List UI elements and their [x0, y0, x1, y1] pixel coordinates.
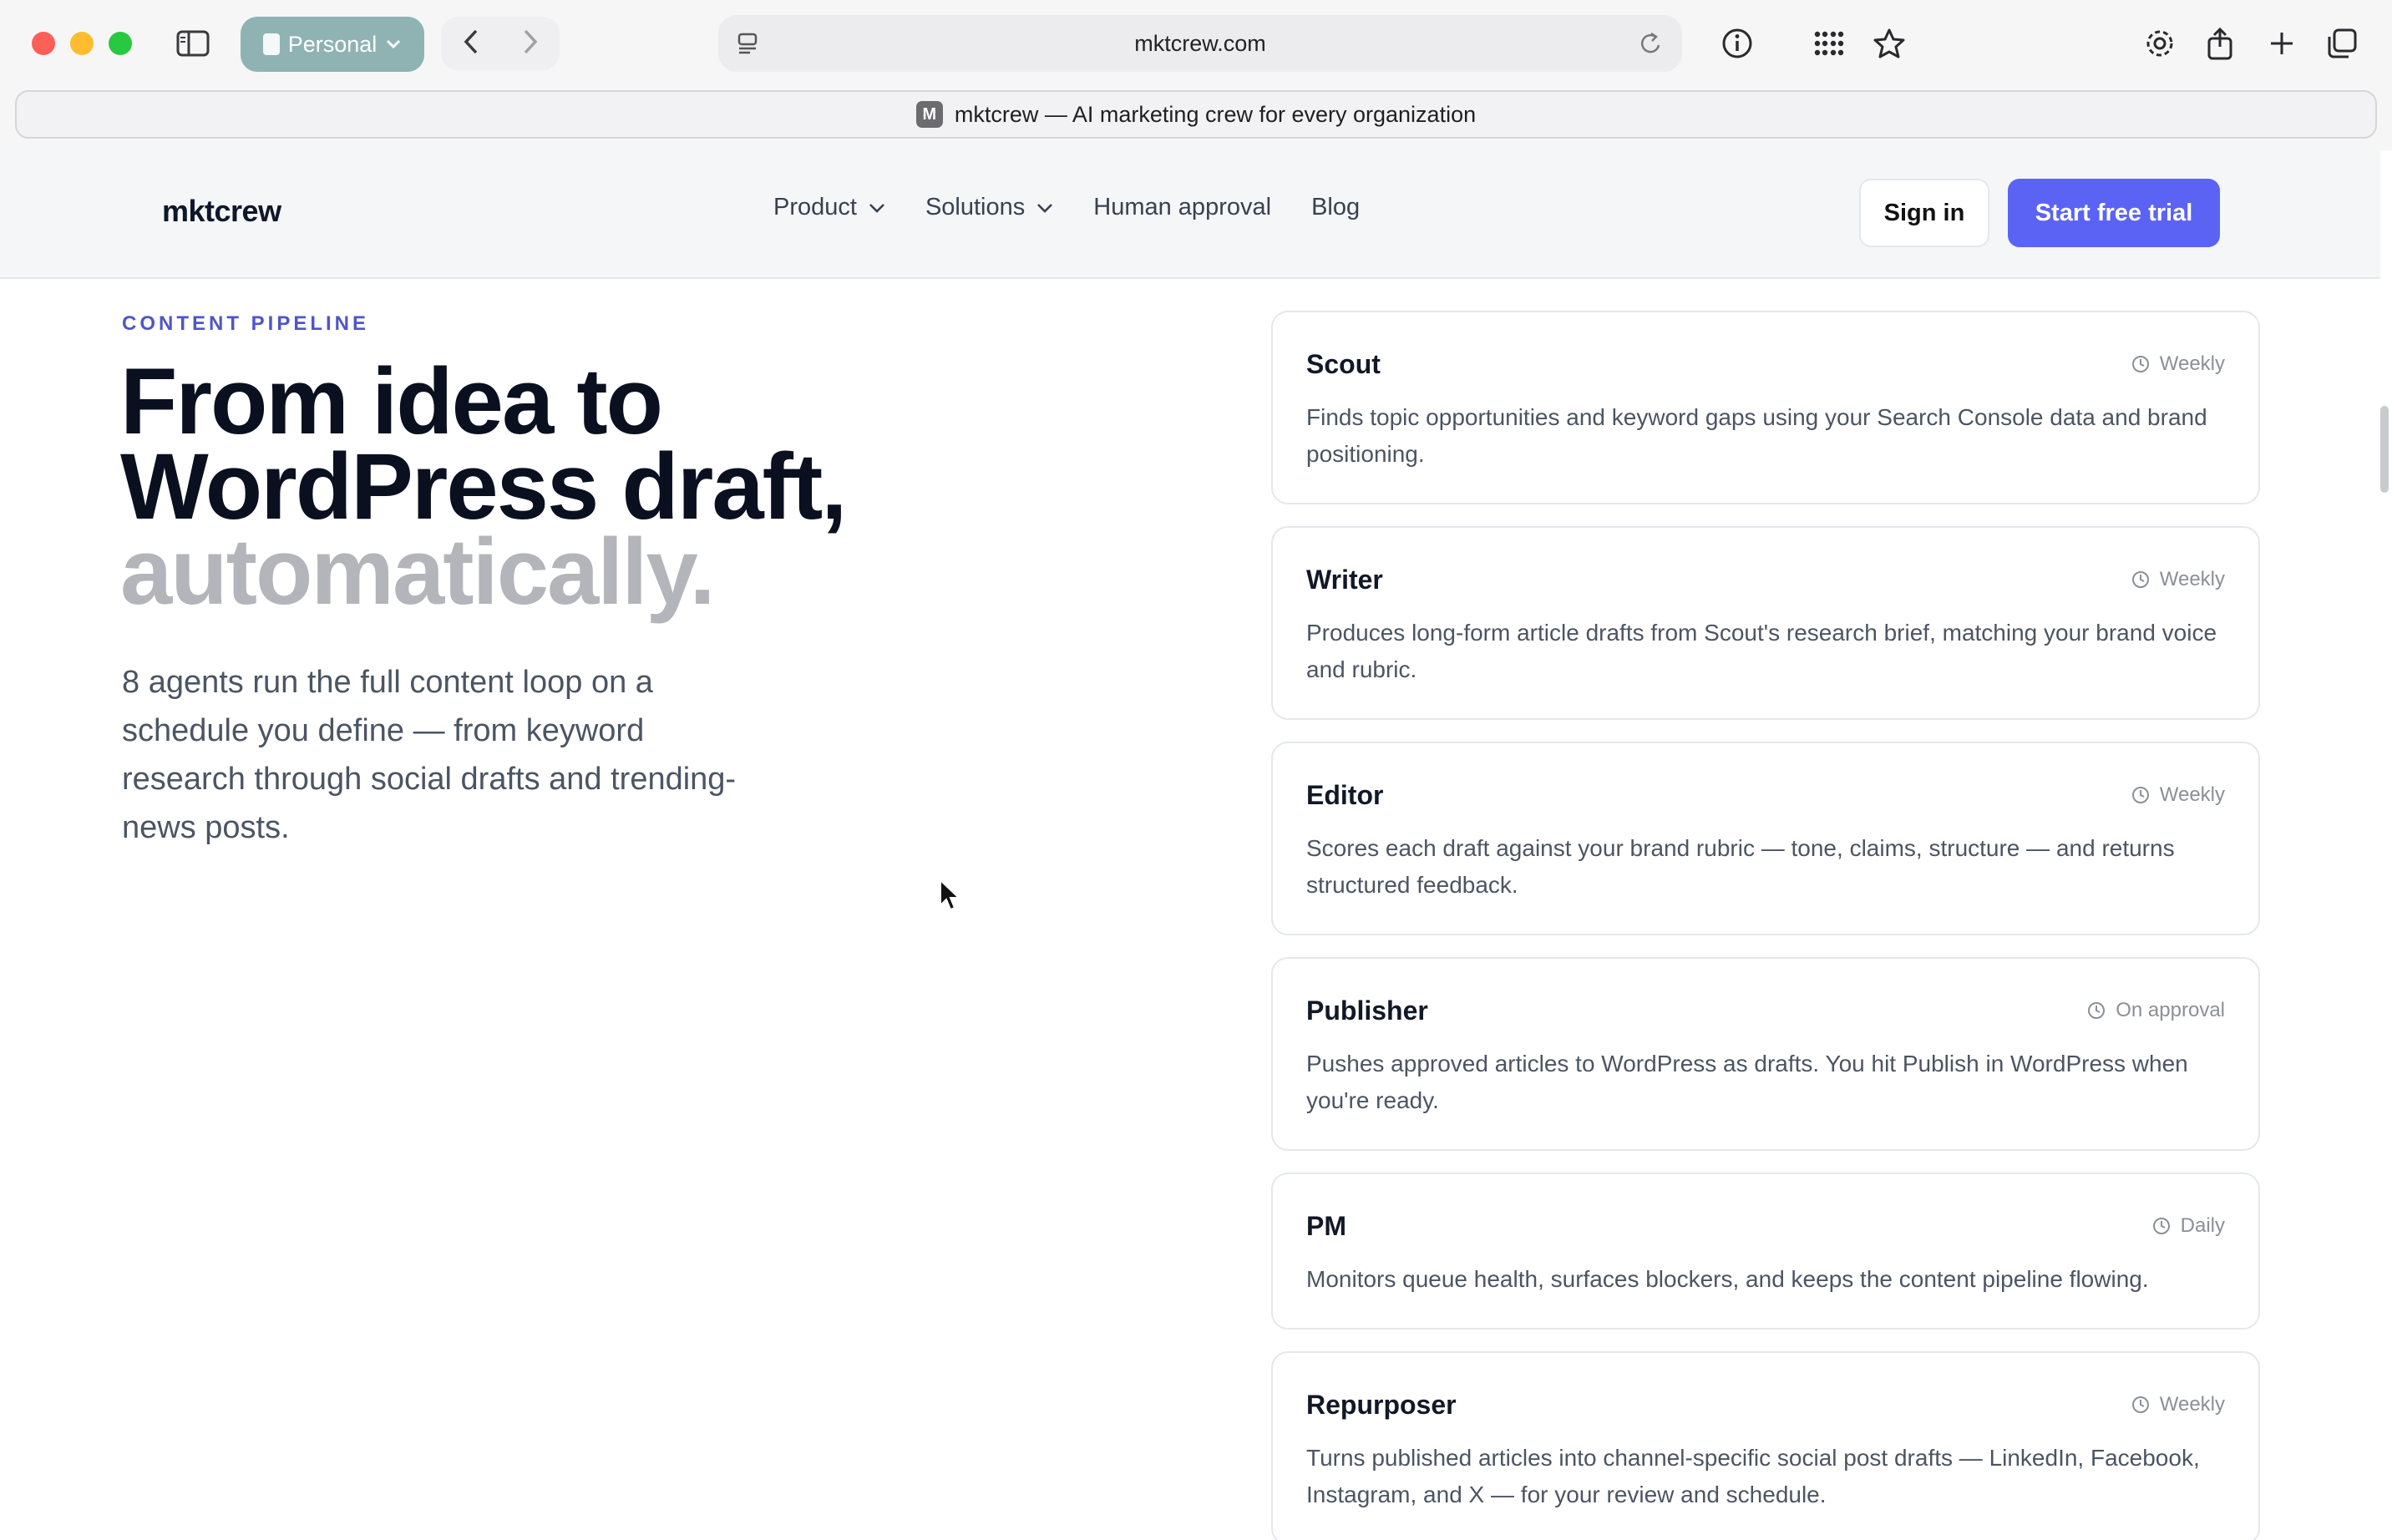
profile-label: Personal	[287, 31, 378, 57]
page-scrollbar[interactable]	[2380, 406, 2389, 493]
address-bar[interactable]: mktcrew.com	[718, 15, 1682, 72]
agent-description: Pushes approved articles to WordPress as…	[1306, 1051, 2188, 1113]
agent-description: Scores each draft against your brand rub…	[1306, 835, 2175, 898]
agent-schedule-label: On approval	[2116, 999, 2225, 1021]
agent-schedule: Weekly	[2131, 352, 2225, 376]
hero-headline: From idea to WordPress draft, automatica…	[120, 349, 847, 624]
hero-lede: 8 agents run the full content loop on a …	[122, 665, 737, 845]
agent-schedule: Weekly	[2131, 1393, 2225, 1416]
nav-product[interactable]: Product	[773, 194, 885, 221]
agent-schedule-label: Weekly	[2159, 568, 2225, 590]
back-button[interactable]	[461, 28, 481, 60]
nav-solutions-label: Solutions	[925, 194, 1026, 220]
minimize-window-button[interactable]	[70, 32, 94, 55]
chevron-down-icon	[869, 203, 884, 213]
forward-button[interactable]	[520, 28, 540, 60]
main-nav: Product Solutions Human approval Blog	[773, 194, 1360, 221]
agent-name: Editor	[1306, 779, 1384, 810]
agent-card-scout: Scout Weekly Finds topic opportunities a…	[1271, 311, 2260, 504]
agent-name: Publisher	[1306, 995, 1428, 1026]
clock-icon	[2152, 1218, 2170, 1234]
active-tab[interactable]: M mktcrew — AI marketing crew for every …	[15, 90, 2377, 139]
agent-name: Writer	[1306, 564, 1383, 595]
agent-description: Turns published articles into channel-sp…	[1306, 1445, 2200, 1507]
agent-card-editor: Editor Weekly Scores each draft against …	[1271, 742, 2260, 935]
close-window-button[interactable]	[32, 32, 55, 55]
start-free-trial-button[interactable]: Start free trial	[2008, 179, 2220, 247]
agent-card-writer: Writer Weekly Produces long-form article…	[1271, 526, 2260, 720]
history-nav	[441, 17, 560, 70]
agent-card-publisher: Publisher On approval Pushes approved ar…	[1271, 957, 2260, 1151]
zoom-window-button[interactable]	[109, 32, 132, 55]
agent-schedule: On approval	[2087, 999, 2225, 1022]
chevron-down-icon	[1037, 203, 1053, 213]
clock-icon	[2131, 571, 2149, 588]
share-icon[interactable]	[2198, 17, 2242, 70]
page-menu-icon[interactable]	[737, 32, 758, 59]
agent-description: Finds topic opportunities and keyword ga…	[1306, 404, 2207, 467]
info-icon[interactable]	[1715, 17, 1759, 70]
agent-schedule-label: Weekly	[2159, 352, 2225, 375]
headline-line-3: automatically.	[120, 519, 716, 624]
agent-schedule-label: Daily	[2180, 1214, 2225, 1237]
nav-human-approval[interactable]: Human approval	[1093, 194, 1271, 221]
clock-icon	[2131, 1396, 2149, 1413]
headline-line-2: WordPress draft,	[120, 434, 847, 539]
nav-blog[interactable]: Blog	[1311, 194, 1360, 221]
headline-line-1: From idea to	[120, 349, 663, 453]
site-logo[interactable]: mktcrew	[162, 194, 281, 229]
new-tab-plus-icon[interactable]	[2260, 17, 2303, 70]
agent-name: Repurposer	[1306, 1389, 1457, 1420]
tab-overview-icon[interactable]	[2320, 17, 2364, 70]
nav-solutions[interactable]: Solutions	[925, 194, 1053, 221]
agent-name: Scout	[1306, 348, 1381, 379]
agent-schedule: Weekly	[2131, 783, 2225, 807]
clock-icon	[2131, 356, 2149, 372]
agent-description: Monitors queue health, surfaces blockers…	[1306, 1266, 2149, 1292]
profile-icon	[262, 33, 280, 55]
agent-card-list: Scout Weekly Finds topic opportunities a…	[1271, 311, 2260, 1540]
sign-in-button[interactable]: Sign in	[1859, 179, 1989, 247]
clock-icon	[2088, 1002, 2106, 1019]
agent-schedule-label: Weekly	[2159, 783, 2225, 806]
chevron-down-icon	[387, 39, 401, 49]
agent-schedule: Weekly	[2131, 568, 2225, 591]
site-favicon-icon: M	[915, 101, 943, 128]
bookmark-star-icon[interactable]	[1867, 17, 1911, 70]
reload-icon[interactable]	[1639, 30, 1664, 61]
settings-gear-icon[interactable]	[2138, 17, 2182, 70]
nav-product-label: Product	[773, 194, 857, 220]
agent-name: PM	[1306, 1210, 1346, 1241]
mouse-cursor-icon	[940, 879, 960, 911]
browser-toolbar: Personal mktcrew.com M mktcrew — AI mark…	[0, 0, 2392, 150]
clock-icon	[2131, 787, 2149, 803]
tab-title: mktcrew — AI marketing crew for every or…	[954, 101, 1477, 127]
agent-card-repurposer: Repurposer Weekly Turns published articl…	[1271, 1351, 2260, 1540]
profile-switcher[interactable]: Personal	[241, 17, 424, 72]
url-text: mktcrew.com	[1134, 30, 1266, 56]
agent-schedule: Daily	[2152, 1214, 2225, 1238]
chevron-right-icon	[524, 29, 537, 53]
agent-description: Produces long-form article drafts from S…	[1306, 620, 2217, 682]
extensions-grid-icon[interactable]	[1807, 17, 1851, 70]
sidebar-toggle-icon[interactable]	[172, 17, 214, 70]
agent-schedule-label: Weekly	[2159, 1393, 2225, 1416]
site-header: mktcrew Product Solutions Human approval…	[0, 150, 2380, 279]
agent-card-pm: PM Daily Monitors queue health, surfaces…	[1271, 1173, 2260, 1330]
section-eyebrow: CONTENT PIPELINE	[122, 312, 370, 335]
chevron-left-icon	[464, 29, 477, 53]
